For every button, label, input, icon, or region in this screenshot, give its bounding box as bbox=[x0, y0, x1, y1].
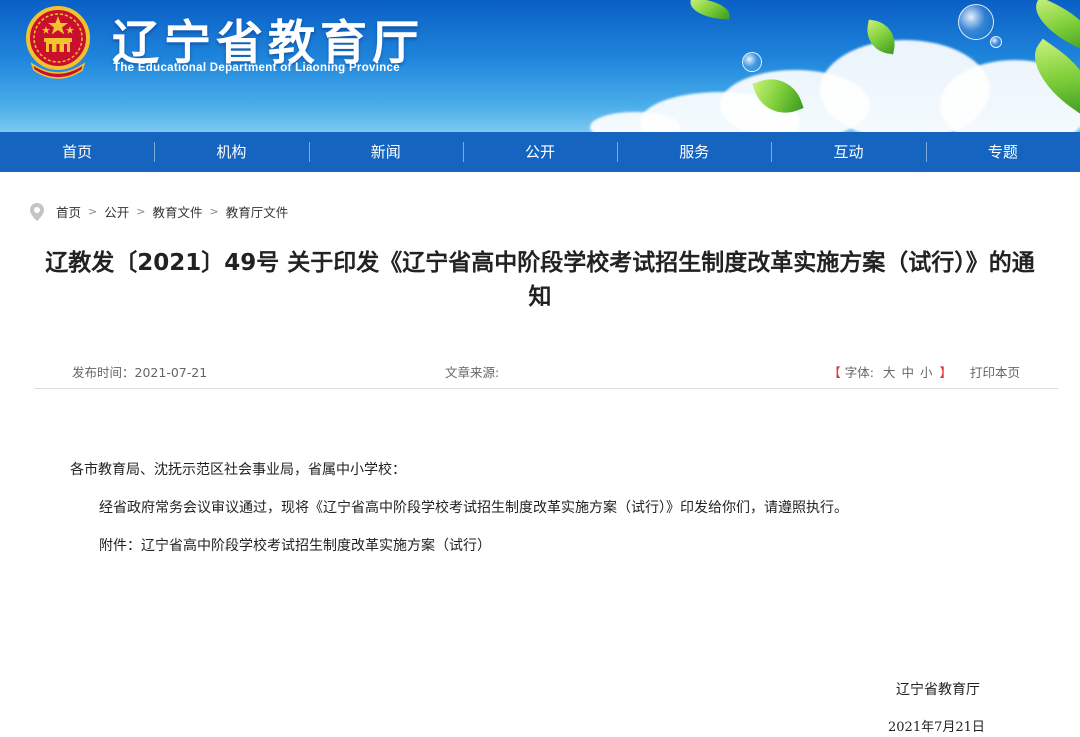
signature-organization: 辽宁省教育厅 bbox=[896, 682, 980, 698]
font-size-small-button[interactable]: 小 bbox=[920, 362, 933, 381]
bubble-decoration bbox=[958, 4, 994, 40]
bubble-decoration bbox=[990, 36, 1002, 48]
article-body: 各市教育局、沈抚示范区社会事业局，省属中小学校： 经省政府常务会议审议通过，现将… bbox=[70, 460, 1030, 574]
publish-date: 发布时间：2021-07-21 bbox=[72, 362, 207, 381]
nav-item-topics[interactable]: 专题 bbox=[925, 132, 1080, 172]
bracket-open: 【 bbox=[828, 365, 841, 380]
bubble-decoration bbox=[742, 52, 762, 72]
print-page-link[interactable]: 打印本页 bbox=[970, 362, 1020, 381]
article-source: 文章来源: bbox=[445, 365, 500, 380]
location-pin-icon bbox=[30, 202, 44, 221]
article-title: 辽教发〔2021〕49号 关于印发《辽宁省高中阶段学校考试招生制度改革实施方案（… bbox=[45, 250, 1035, 310]
site-subtitle: The Educational Department of Liaoning P… bbox=[113, 62, 400, 74]
nav-item-service[interactable]: 服务 bbox=[617, 132, 771, 172]
attachment-link[interactable]: 附件：辽宁省高中阶段学校考试招生制度改革实施方案（试行） bbox=[70, 536, 1030, 556]
nav-item-home[interactable]: 首页 bbox=[0, 132, 154, 172]
article-paragraph: 各市教育局、沈抚示范区社会事业局，省属中小学校： bbox=[70, 462, 406, 478]
breadcrumb-separator: > bbox=[136, 205, 146, 218]
nav-item-organization[interactable]: 机构 bbox=[154, 132, 308, 172]
publish-date-label: 发布时间： bbox=[72, 365, 135, 380]
nav-item-news[interactable]: 新闻 bbox=[308, 132, 463, 172]
breadcrumb-separator: > bbox=[209, 205, 219, 218]
font-size-medium-button[interactable]: 中 bbox=[901, 362, 914, 381]
font-size-large-button[interactable]: 大 bbox=[883, 362, 896, 381]
signature-date: 2021年7月21日 bbox=[888, 720, 985, 735]
font-size-label: 字体: bbox=[844, 365, 874, 380]
main-nav: 首页 机构 新闻 公开 服务 互动 专题 bbox=[0, 132, 1080, 172]
breadcrumb-separator: > bbox=[88, 205, 98, 218]
breadcrumb-department-documents[interactable]: 教育厅文件 bbox=[226, 202, 289, 221]
breadcrumb-public[interactable]: 公开 bbox=[104, 202, 129, 221]
breadcrumb-home[interactable]: 首页 bbox=[56, 202, 81, 221]
header-banner: 辽宁省教育厅 The Educational Department of Lia… bbox=[0, 0, 1080, 132]
publish-date-value: 2021-07-21 bbox=[134, 365, 208, 380]
breadcrumb: 首页 > 公开 > 教育文件 > 教育厅文件 bbox=[30, 202, 288, 221]
article-paragraph: 经省政府常务会议审议通过，现将《辽宁省高中阶段学校考试招生制度改革实施方案（试行… bbox=[99, 500, 848, 516]
breadcrumb-education-documents[interactable]: 教育文件 bbox=[152, 202, 202, 221]
font-size-controls: 【 字体: 大 中 小 】 打印本页 bbox=[828, 362, 1020, 381]
nav-item-interaction[interactable]: 互动 bbox=[771, 132, 925, 172]
leaf-decoration bbox=[689, 0, 731, 20]
nav-item-public[interactable]: 公开 bbox=[462, 132, 617, 172]
national-emblem-icon bbox=[26, 6, 90, 79]
article-meta-bar: 发布时间：2021-07-21 文章来源: 【 字体: 大 中 小 】 打印本页 bbox=[34, 358, 1058, 389]
bracket-close: 】 bbox=[939, 365, 952, 380]
